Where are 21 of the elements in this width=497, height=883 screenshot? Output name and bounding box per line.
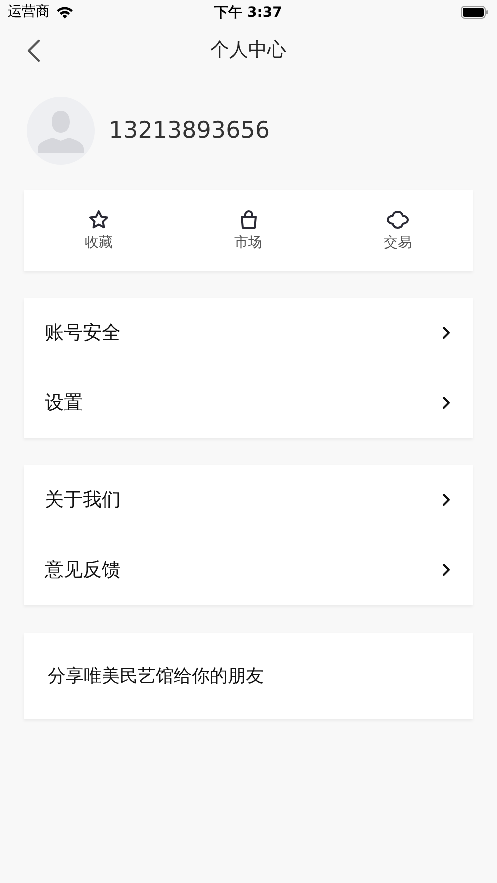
wifi-icon xyxy=(56,6,74,18)
shortcut-button[interactable]: 收藏 xyxy=(24,190,174,271)
star-icon xyxy=(88,209,110,231)
shortcut-button[interactable]: 市场 xyxy=(174,190,324,271)
battery-icon xyxy=(461,6,489,18)
page-title: 个人中心 xyxy=(210,38,286,63)
menu-item[interactable]: 设置 xyxy=(24,368,473,438)
status-time: 下午 3:37 xyxy=(214,4,282,22)
chevron-right-icon xyxy=(442,326,451,340)
chevron-right-icon xyxy=(442,563,451,577)
chevron-right-icon xyxy=(442,493,451,507)
menu-item[interactable]: 意见反馈 xyxy=(24,535,473,605)
user-name: 13213893656 xyxy=(109,118,270,144)
menu-item[interactable]: 关于我们 xyxy=(24,465,473,535)
chevron-right-icon xyxy=(442,396,451,410)
menu-item[interactable]: 账号安全 xyxy=(24,298,473,368)
cloud-icon xyxy=(385,209,412,231)
share-link[interactable]: 分享唯美民艺馆给你的朋友 xyxy=(48,664,264,688)
carrier-name: 运营商 xyxy=(8,3,50,21)
shortcut-button[interactable]: 交易 xyxy=(323,190,474,271)
avatar-icon xyxy=(27,97,95,165)
